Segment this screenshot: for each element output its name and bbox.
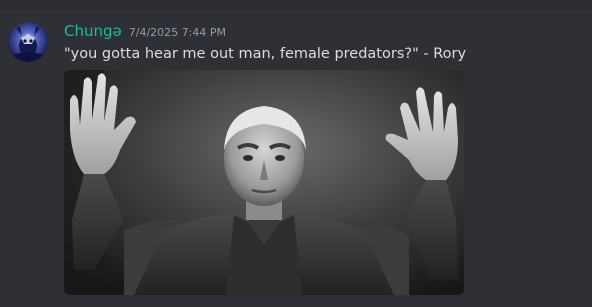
previous-message-strip — [0, 0, 592, 9]
photo-icon — [64, 70, 464, 295]
chat-message[interactable]: Chungə 7/4/2025 7:44 PM "you gotta hear … — [0, 9, 592, 307]
message-header: Chungə 7/4/2025 7:44 PM — [64, 22, 226, 40]
image-attachment[interactable] — [64, 70, 464, 295]
message-content: "you gotta hear me out man, female preda… — [64, 46, 467, 62]
avatar-image-icon — [8, 22, 48, 62]
author-username[interactable]: Chungə — [64, 22, 122, 40]
avatar[interactable] — [8, 22, 48, 62]
message-timestamp[interactable]: 7/4/2025 7:44 PM — [129, 26, 226, 39]
